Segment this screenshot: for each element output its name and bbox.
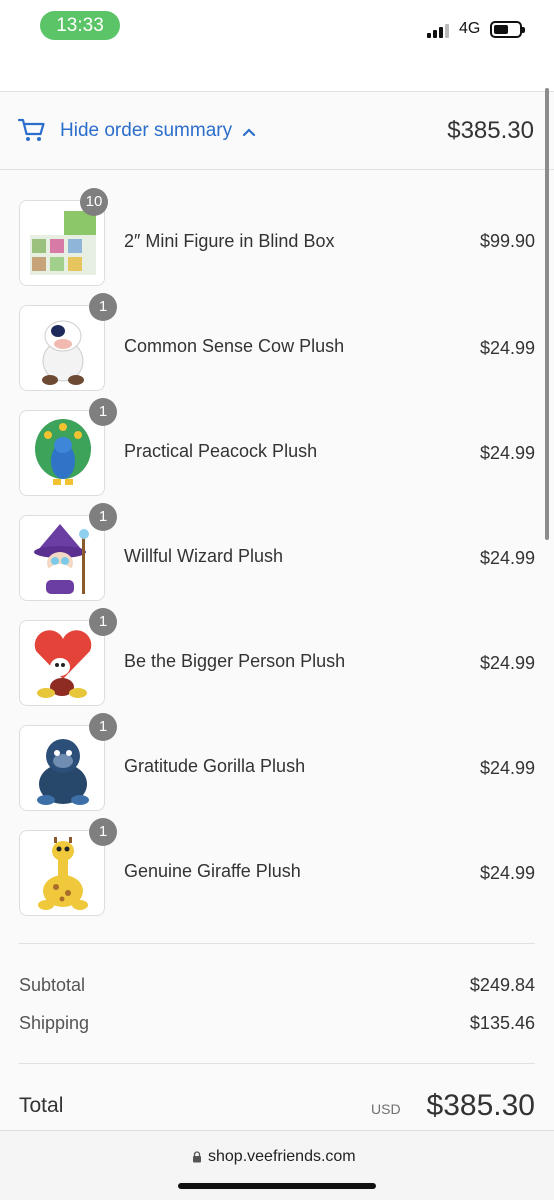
line-item: 10 2″ Mini Figure in Blind Box $99.90 xyxy=(0,188,554,305)
product-price: $24.99 xyxy=(479,443,535,463)
battery-icon xyxy=(490,21,525,38)
product-thumbnail xyxy=(19,725,105,811)
quantity-badge: 10 xyxy=(80,188,108,216)
quantity-badge: 1 xyxy=(89,503,117,531)
product-price: $24.99 xyxy=(479,863,535,883)
home-indicator[interactable] xyxy=(178,1183,376,1189)
product-thumbnail xyxy=(19,620,105,706)
shipping-label: Shipping xyxy=(19,1013,90,1033)
product-name: Genuine Giraffe Plush xyxy=(124,861,301,881)
quantity-badge: 1 xyxy=(89,818,117,846)
quantity-badge: 1 xyxy=(89,293,117,321)
lock-icon xyxy=(193,1151,201,1163)
url-text[interactable]: shop.veefriends.com xyxy=(208,1148,356,1166)
product-price: $24.99 xyxy=(479,758,535,778)
signal-icon xyxy=(427,24,451,38)
status-bar: 13:33 4G xyxy=(0,0,554,52)
product-name: Practical Peacock Plush xyxy=(124,441,318,461)
product-name: Common Sense Cow Plush xyxy=(124,336,345,356)
line-item: 1 Genuine Giraffe Plush $24.99 xyxy=(0,818,554,935)
product-price: $24.99 xyxy=(479,548,535,568)
product-thumbnail xyxy=(19,830,105,916)
quantity-badge: 1 xyxy=(89,398,117,426)
status-time: 13:33 xyxy=(40,11,120,40)
line-item: 1 Gratitude Gorilla Plush $24.99 xyxy=(0,713,554,830)
summary-total: $385.30 xyxy=(447,117,534,144)
product-thumbnail xyxy=(19,410,105,496)
divider xyxy=(19,943,535,944)
line-item: 1 Be the Bigger Person Plush $24.99 xyxy=(0,608,554,725)
product-price: $24.99 xyxy=(479,653,535,673)
product-name: 2″ Mini Figure in Blind Box xyxy=(124,231,335,251)
network-type: 4G xyxy=(459,20,481,37)
chevron-up-icon xyxy=(242,128,256,137)
browser-address-bar[interactable]: shop.veefriends.com xyxy=(0,1130,554,1200)
line-item: 1 Common Sense Cow Plush $24.99 xyxy=(0,293,554,410)
quantity-badge: 1 xyxy=(89,713,117,741)
checkout-header xyxy=(0,52,554,92)
divider xyxy=(19,1063,535,1064)
product-name: Willful Wizard Plush xyxy=(124,546,284,566)
product-thumbnail xyxy=(19,515,105,601)
line-item: 1 Practical Peacock Plush $24.99 xyxy=(0,398,554,515)
grand-total: $385.30 xyxy=(426,1089,535,1122)
product-price: $99.90 xyxy=(479,231,535,251)
currency-code: USD xyxy=(371,1101,401,1117)
quantity-badge: 1 xyxy=(89,608,117,636)
subtotal-value: $249.84 xyxy=(469,975,535,995)
product-price: $24.99 xyxy=(479,338,535,358)
subtotal-label: Subtotal xyxy=(19,975,86,995)
product-name: Gratitude Gorilla Plush xyxy=(124,756,306,776)
product-name: Be the Bigger Person Plush xyxy=(124,651,346,671)
line-item: 1 Willful Wizard Plush $24.99 xyxy=(0,503,554,620)
product-thumbnail xyxy=(19,305,105,391)
total-label: Total xyxy=(19,1094,64,1117)
toggle-label[interactable]: Hide order summary xyxy=(60,120,232,142)
order-summary-toggle[interactable]: Hide order summary $385.30 xyxy=(0,92,554,170)
cart-icon xyxy=(18,118,45,141)
shipping-value: $135.46 xyxy=(469,1013,535,1033)
